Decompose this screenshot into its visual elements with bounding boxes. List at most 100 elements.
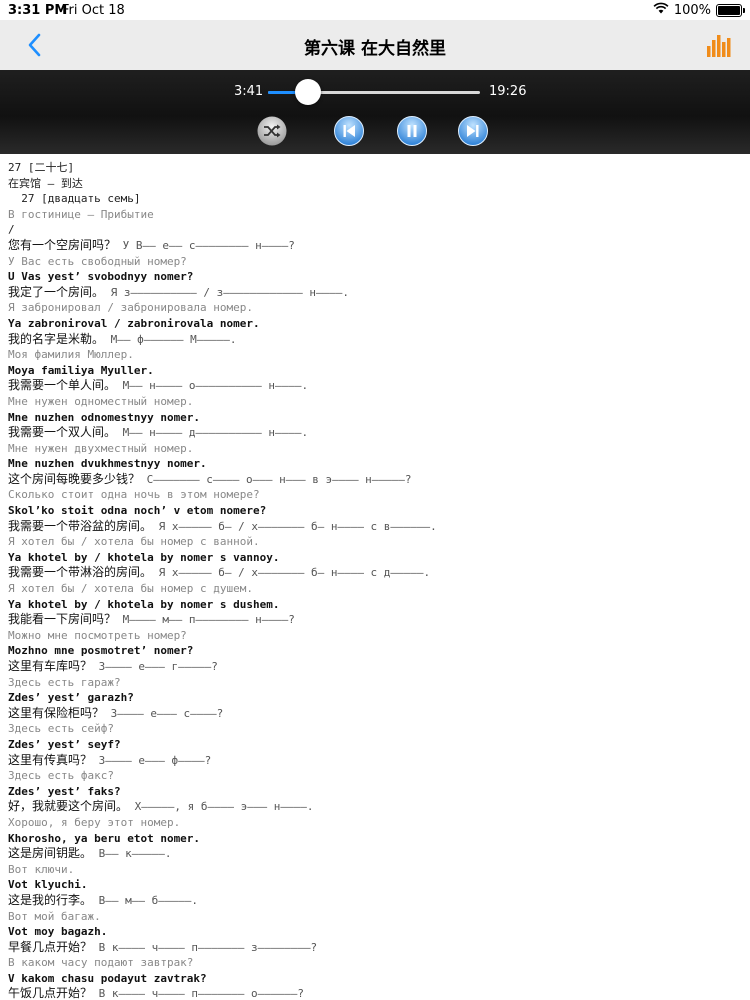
chinese-sentence[interactable]: 您有一个空房间吗？ <box>8 238 116 252</box>
progress-slider[interactable] <box>268 79 480 105</box>
russian-hint: В—— м—— б—————. <box>92 893 198 907</box>
text-line-zh: 这里有传真吗？ З———— е——— ф————? <box>8 753 744 769</box>
chinese-sentence[interactable]: 这是房间钥匙。 <box>8 846 92 860</box>
text-line-tr: Mne nuzhen dvukhmestnyy nomer. <box>8 457 207 471</box>
text-line-ru: Я хотел бы / хотела бы номер с ванной. <box>8 535 260 549</box>
text-line-zh: 我需要一个带浴盆的房间。 Я х————— б— / х——————— б— н… <box>8 519 744 535</box>
shuffle-button[interactable] <box>257 116 287 146</box>
text-line-zh: 我需要一个单人间。 М—— н———— о—————————— н————. <box>8 378 744 394</box>
chinese-sentence[interactable]: 我的名字是米勒。 <box>8 332 104 346</box>
text-line-tr: Ya khotel by / khotela by nomer s dushem… <box>8 597 280 611</box>
text-line-ru: Вот ключи. <box>8 862 75 876</box>
elapsed-time: 3:41 <box>234 84 264 99</box>
text-line-zh: 我的名字是米勒。 М—— ф—————— М—————. <box>8 332 744 348</box>
pause-button[interactable] <box>397 116 427 146</box>
russian-hint: В—— к—————. <box>92 847 172 861</box>
text-line-tr: Mne nuzhen odnomestnyy nomer. <box>8 410 201 424</box>
text-line-header: / <box>8 223 15 237</box>
status-date: Fri Oct 18 <box>62 3 125 18</box>
russian-hint: С——————— с———— о——— н——— в э———— н—————? <box>140 472 412 486</box>
text-line-ru: Здесь есть факс? <box>8 769 114 783</box>
audio-player: 3:41 19:26 <box>0 70 750 154</box>
text-line-ru: Хорошо, я беру этот номер. <box>8 815 181 829</box>
status-right: 100% <box>653 2 745 18</box>
bar-chart-icon[interactable] <box>706 32 732 58</box>
text-line-ru: Мне нужен одноместный номер. <box>8 394 194 408</box>
chinese-sentence[interactable]: 我需要一个带浴盆的房间。 <box>8 519 152 533</box>
next-button[interactable] <box>458 116 488 146</box>
russian-hint: Я х————— б— / х——————— б— н———— с в—————… <box>152 519 437 533</box>
text-line-zh: 我能看一下房间吗？ М———— м—— п———————— н————? <box>8 612 744 628</box>
russian-hint: М———— м—— п———————— н————? <box>116 613 295 627</box>
text-line-tr: U Vas yest’ svobodnyy nomer? <box>8 270 194 284</box>
text-line-ru: Сколько стоит одна ночь в этом номере? <box>8 488 260 502</box>
russian-hint: М—— ф—————— М—————. <box>104 332 237 346</box>
text-line-tr: Skol’ko stoit odna noch’ v etom nomere? <box>8 504 267 518</box>
text-line-zh: 午饭几点开始？ В к———— ч———— п——————— о——————? <box>8 986 744 1000</box>
text-line-zh: 这是房间钥匙。 В—— к—————. <box>8 846 744 862</box>
text-line-zh: 这里有保险柜吗？ З———— е——— с————? <box>8 706 744 722</box>
chinese-sentence[interactable]: 我能看一下房间吗？ <box>8 612 116 626</box>
russian-hint: У В—— е—— с———————— н————? <box>116 238 295 252</box>
text-line-tr: Khorosho, ya beru etot nomer. <box>8 831 201 845</box>
previous-button[interactable] <box>334 116 364 146</box>
skip-previous-icon <box>334 116 364 146</box>
russian-hint: З———— е——— г—————? <box>92 660 218 673</box>
chinese-sentence[interactable]: 午饭几点开始？ <box>8 986 92 1000</box>
text-line-tr: Zdes’ yest’ faks? <box>8 784 121 798</box>
chinese-sentence[interactable]: 我需要一个双人间。 <box>8 425 116 439</box>
status-time: 3:31 PM <box>8 3 68 18</box>
pause-icon <box>397 116 427 146</box>
russian-hint: М—— н———— д—————————— н————. <box>116 426 309 440</box>
chinese-sentence[interactable]: 这里有传真吗？ <box>8 753 92 767</box>
text-line-tr: V kakom chasu podayut zavtrak? <box>8 971 207 985</box>
text-line-ru: Я забронировал / забронировала номер. <box>8 301 254 315</box>
text-line-zh: 这里有车库吗？ З———— е——— г—————? <box>8 659 744 675</box>
text-line-ru: В каком часу подают завтрак? <box>8 956 194 970</box>
text-line-tr: Moya familiya Myuller. <box>8 363 154 377</box>
text-line-zh: 这是我的行李。 В—— м—— б—————. <box>8 893 744 909</box>
chinese-sentence[interactable]: 我需要一个带淋浴的房间。 <box>8 565 152 579</box>
russian-hint: М—— н———— о—————————— н————. <box>116 379 309 393</box>
chinese-sentence[interactable]: 早餐几点开始？ <box>8 940 92 954</box>
russian-hint: Х—————, я б———— э——— н————. <box>128 800 314 814</box>
slider-thumb[interactable] <box>295 79 322 105</box>
text-line-ru: У Вас есть свободный номер? <box>8 254 187 268</box>
text-line-tr: Vot moy bagazh. <box>8 925 108 939</box>
text-line-ru: Вот мой багаж. <box>8 909 101 923</box>
text-line-header: 27 [二十七] <box>8 161 75 174</box>
text-line-ru: Я хотел бы / хотела бы номер с душем. <box>8 582 254 596</box>
text-line-tr: Zdes’ yest’ seyf? <box>8 737 121 751</box>
text-line-zh: 我定了一个房间。 Я з—————————— / з———————————— н… <box>8 285 744 301</box>
status-bar: 3:31 PM Fri Oct 18 100% <box>0 0 750 20</box>
russian-hint: В к———— ч———— п——————— з————————? <box>92 940 318 954</box>
chinese-sentence[interactable]: 好，我就要这个房间。 <box>8 799 128 813</box>
chinese-sentence[interactable]: 这里有保险柜吗？ <box>8 706 104 720</box>
chinese-sentence[interactable]: 这个房间每晚要多少钱？ <box>8 472 140 486</box>
text-line-ru: Моя фамилия Мюллер. <box>8 348 134 362</box>
chinese-sentence[interactable]: 我需要一个单人间。 <box>8 378 116 392</box>
text-line-tr: Ya zabroniroval / zabronirovala nomer. <box>8 316 260 330</box>
chinese-sentence[interactable]: 我定了一个房间。 <box>8 285 104 299</box>
wifi-icon <box>653 2 669 18</box>
shuffle-icon <box>257 116 287 146</box>
skip-next-icon <box>458 116 488 146</box>
text-line-zh: 好，我就要这个房间。 Х—————, я б———— э——— н————. <box>8 799 744 815</box>
russian-hint: Я х————— б— / х——————— б— н———— с д—————… <box>152 566 431 580</box>
chinese-sentence[interactable]: 这是我的行李。 <box>8 893 92 907</box>
page-title: 第六课 在大自然里 <box>304 39 446 59</box>
battery-percent: 100% <box>673 2 711 18</box>
text-line-ru: В гостинице – Прибытие <box>8 207 154 221</box>
text-line-ru: Можно мне посмотреть номер? <box>8 628 187 642</box>
total-duration: 19:26 <box>489 84 527 99</box>
text-line-ru: Здесь есть сейф? <box>8 722 114 736</box>
chinese-sentence[interactable]: 这里有车库吗？ <box>8 659 92 673</box>
battery-icon <box>716 3 745 17</box>
russian-hint: В к———— ч———— п——————— о——————? <box>92 987 304 1000</box>
text-line-zh: 这个房间每晚要多少钱？ С——————— с———— о——— н——— в э… <box>8 472 744 488</box>
russian-hint: З———— е——— ф————? <box>92 753 212 767</box>
text-line-zh: 我需要一个带淋浴的房间。 Я х————— б— / х——————— б— н… <box>8 565 744 581</box>
text-line-tr: Vot klyuchi. <box>8 878 88 892</box>
text-line-ru: Мне нужен двухместный номер. <box>8 441 194 455</box>
text-line-zh: 您有一个空房间吗？ У В—— е—— с———————— н————? <box>8 238 744 254</box>
